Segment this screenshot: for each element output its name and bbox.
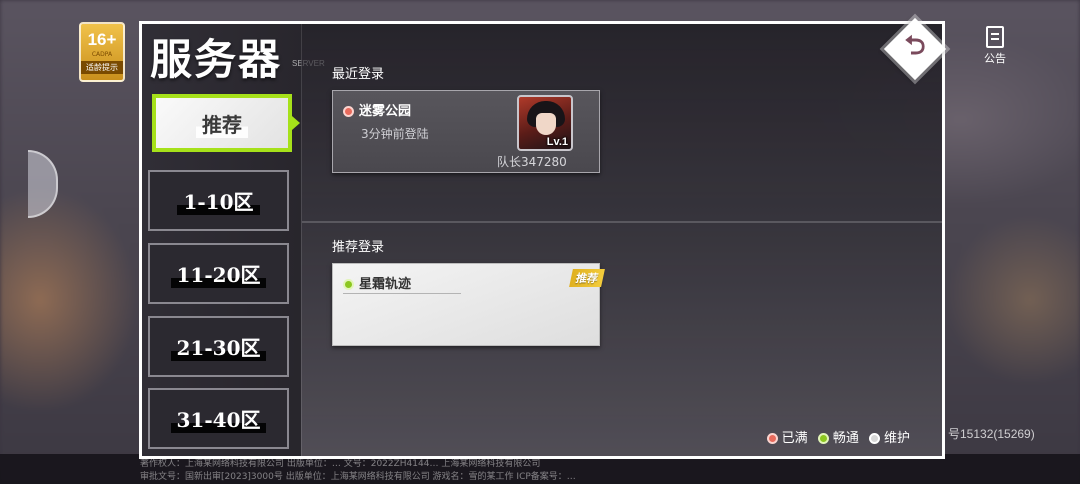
character-level: Lv.1 [546,136,568,148]
status-full-icon [343,106,354,117]
recommended-login-heading: 推荐登录 [332,240,385,255]
status-smooth-icon [817,433,829,444]
last-login-time: 3分钟前登陆 [361,127,429,141]
recent-server-name: 迷雾公园 [359,104,412,119]
notice-button[interactable]: 公告 [978,26,1012,66]
recommended-server-card[interactable]: 星霜轨迹 推荐 [332,263,605,346]
status-maintenance-icon [868,433,880,444]
recent-server-name-row: 迷雾公园 [343,100,411,119]
section-divider [302,221,942,223]
status-smooth-icon [343,279,354,290]
captain-id: 队长347280 [497,155,567,169]
tab-zone-1-10[interactable]: 1-10区 [148,170,289,231]
legend-maintenance-label: 维护 [883,431,910,446]
recent-login-heading: 最近登录 [332,67,385,82]
legend-full: 已满 [766,431,808,446]
server-select-panel: 服务器 SERVER 推荐 1-10区 11-20区 21-30区 31-40区… [139,21,945,459]
name-underline [343,293,461,294]
tab-label: 31-40区 [170,404,267,433]
tab-label: 1-10区 [177,186,260,215]
tab-label: 21-30区 [170,332,267,361]
tab-recommended[interactable]: 推荐 [152,94,300,152]
age-rating-tip: 适龄提示 [81,61,123,74]
legend-smooth-label: 畅通 [832,431,859,446]
recent-server-card[interactable]: 迷雾公园 3分钟前登陆 Lv.1 队长347280 [332,90,600,173]
avatar-face-shape [536,113,556,135]
legend-smooth: 畅通 [817,431,859,446]
back-button[interactable]: ⮌ [883,17,947,81]
notice-label: 公告 [984,52,1006,65]
character-avatar: Lv.1 [517,95,573,151]
server-list-area: 最近登录 迷雾公园 3分钟前登陆 Lv.1 队长347280 推荐登录 星霜轨迹… [301,24,942,456]
status-full-icon [766,433,778,444]
tab-zone-21-30[interactable]: 21-30区 [148,316,289,377]
age-rating-org: CADPA [91,51,113,58]
tab-label: 11-20区 [170,259,267,288]
status-legend: 已满 畅通 维护 [761,427,910,446]
legend-maintenance: 维护 [868,431,910,446]
tab-label: 推荐 [196,108,248,138]
notice-board-icon [986,26,1004,48]
panel-title: 服务器 [150,35,283,84]
recommended-badge: 推荐 [569,269,605,287]
return-arrow-icon: ⮌ [904,31,926,61]
tab-zone-31-40[interactable]: 31-40区 [148,388,289,449]
age-rating-value: 16+ [87,30,117,49]
legend-full-label: 已满 [781,431,808,446]
player-id-text: 号15132(15269) [948,427,1035,441]
server-group-sidebar: 服务器 SERVER 推荐 1-10区 11-20区 21-30区 31-40区 [142,24,325,456]
recommended-server-name-row: 星霜轨迹 [343,273,411,292]
age-rating-badge[interactable]: 16+ CADPA 适龄提示 [79,22,125,82]
recommended-server-name: 星霜轨迹 [359,277,412,292]
tab-zone-11-20[interactable]: 11-20区 [148,243,289,304]
footer-license-line: 审批文号：国新出审[2023]3000号 出版单位：上海某网络科技有限公司 游戏… [140,472,576,482]
